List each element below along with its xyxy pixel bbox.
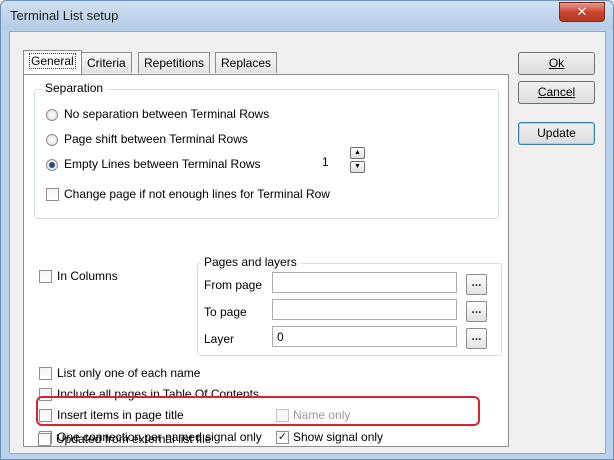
dialog-client: General Criteria Repetitions Replaces Se… bbox=[9, 31, 606, 454]
radio-empty-lines-label: Empty Lines between Terminal Rows bbox=[64, 157, 261, 171]
layer-browse-button[interactable]: ... bbox=[466, 328, 487, 349]
general-tab-panel: Separation No separation between Termina… bbox=[23, 74, 509, 447]
list-only-one-checkbox[interactable] bbox=[39, 367, 52, 380]
updated-external-label: Updated from external list file bbox=[56, 432, 212, 446]
highlight-annotation bbox=[36, 396, 480, 426]
layer-label: Layer bbox=[204, 332, 235, 346]
cancel-button-label: Cancel bbox=[537, 85, 576, 99]
in-columns-checkbox[interactable] bbox=[39, 270, 52, 283]
update-button[interactable]: Update bbox=[518, 122, 595, 145]
tab-criteria[interactable]: Criteria bbox=[81, 52, 132, 73]
list-only-one-label: List only one of each name bbox=[57, 366, 201, 380]
updated-external-checkbox[interactable] bbox=[38, 433, 51, 446]
spin-down-icon[interactable]: ▼ bbox=[350, 161, 365, 173]
from-page-label: From page bbox=[204, 278, 263, 292]
to-page-label: To page bbox=[204, 305, 247, 319]
close-button[interactable]: ✕ bbox=[559, 2, 605, 22]
dialog-window: Terminal List setup ✕ General Criteria R… bbox=[0, 0, 614, 460]
to-page-field[interactable] bbox=[272, 299, 457, 320]
to-page-browse-button[interactable]: ... bbox=[466, 301, 487, 322]
radio-page-shift[interactable] bbox=[46, 134, 58, 146]
separation-group-title: Separation bbox=[42, 81, 107, 95]
empty-lines-value[interactable]: 1 bbox=[322, 155, 329, 169]
ok-button[interactable]: Ok bbox=[518, 52, 595, 75]
ok-button-label: Ok bbox=[548, 56, 565, 70]
from-page-browse-button[interactable]: ... bbox=[466, 274, 487, 295]
cancel-button[interactable]: Cancel bbox=[518, 81, 595, 104]
radio-no-separation[interactable] bbox=[46, 109, 58, 121]
spin-up-icon[interactable]: ▲ bbox=[350, 147, 365, 159]
show-signal-only-checkbox[interactable]: ✓ bbox=[276, 431, 289, 444]
tab-replaces[interactable]: Replaces bbox=[215, 52, 278, 73]
layer-field[interactable]: 0 bbox=[272, 326, 457, 347]
show-signal-only-label: Show signal only bbox=[293, 430, 384, 444]
radio-no-separation-label: No separation between Terminal Rows bbox=[64, 107, 270, 121]
radio-empty-lines[interactable] bbox=[46, 159, 58, 171]
tab-repetitions[interactable]: Repetitions bbox=[138, 52, 211, 73]
title-bar[interactable]: Terminal List setup ✕ bbox=[1, 1, 613, 29]
tab-general[interactable]: General bbox=[23, 50, 82, 74]
radio-page-shift-label: Page shift between Terminal Rows bbox=[64, 132, 248, 146]
window-title: Terminal List setup bbox=[10, 8, 119, 23]
from-page-field[interactable] bbox=[272, 272, 457, 293]
in-columns-label: In Columns bbox=[57, 269, 118, 283]
pages-layers-group-title: Pages and layers bbox=[201, 255, 300, 269]
change-page-label: Change page if not enough lines for Term… bbox=[64, 187, 330, 201]
change-page-checkbox[interactable] bbox=[46, 188, 59, 201]
